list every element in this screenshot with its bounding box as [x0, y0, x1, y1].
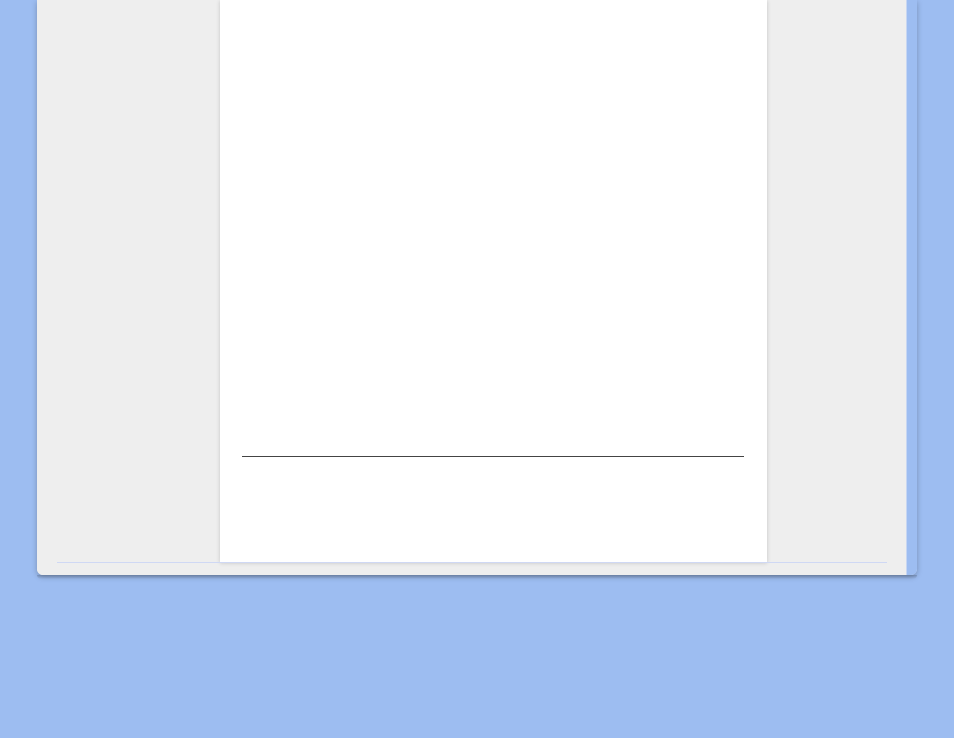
document-viewport[interactable]	[37, 0, 907, 575]
document-page[interactable]	[220, 0, 767, 562]
vertical-scrollbar-track[interactable]	[906, 0, 917, 575]
horizontal-rule	[242, 456, 744, 457]
page-separator	[57, 562, 887, 563]
document-window	[37, 0, 917, 575]
